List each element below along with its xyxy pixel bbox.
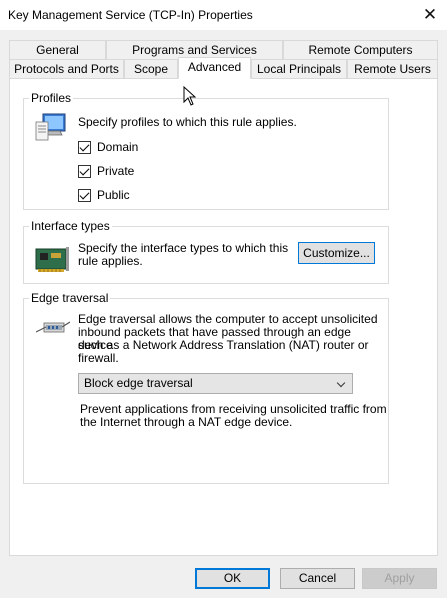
profiles-group: Profiles Specify profiles to which this … [23, 91, 389, 210]
window-title: Key Management Service (TCP-In) Properti… [8, 8, 253, 22]
mouse-cursor-icon [183, 86, 197, 106]
tab-protocols-and-ports[interactable]: Protocols and Ports [9, 59, 124, 79]
customize-button[interactable]: Customize... [298, 242, 375, 264]
apply-button[interactable]: Apply [362, 568, 437, 589]
domain-checkbox-box [78, 140, 91, 154]
profiles-description: Specify profiles to which this rule appl… [78, 115, 297, 129]
tab-general[interactable]: General [9, 40, 106, 60]
edge-traversal-description-line3: such as a Network Address Translation (N… [78, 338, 369, 352]
public-checkbox-box [78, 188, 91, 202]
edge-traversal-group-label: Edge traversal [29, 291, 111, 305]
tab-advanced[interactable]: Advanced [178, 57, 251, 79]
profiles-group-label: Profiles [29, 91, 74, 105]
tab-local-principals[interactable]: Local Principals [251, 59, 347, 79]
tab-scope[interactable]: Scope [124, 59, 178, 79]
edge-traversal-icon [36, 321, 70, 333]
ok-button[interactable]: OK [195, 568, 270, 589]
close-button[interactable]: ✕ [413, 0, 447, 30]
interface-types-group-label: Interface types [29, 219, 112, 233]
edge-traversal-group: Edge traversal Edge traversal allows the… [23, 291, 389, 484]
network-card-icon [35, 247, 69, 272]
close-icon: ✕ [422, 5, 438, 24]
domain-checkbox[interactable]: Domain [78, 140, 138, 154]
computer-icon [35, 113, 66, 141]
chevron-down-icon [336, 378, 346, 388]
cancel-button[interactable]: Cancel [280, 568, 355, 589]
edge-traversal-select[interactable]: Block edge traversal [78, 373, 353, 394]
tab-remote-users[interactable]: Remote Users [347, 59, 438, 79]
private-checkbox[interactable]: Private [78, 164, 134, 178]
interface-types-description-line2: rule applies. [78, 254, 143, 268]
title-bar: Key Management Service (TCP-In) Properti… [0, 0, 447, 30]
private-checkbox-box [78, 164, 91, 178]
edge-traversal-description-line4: firewall. [78, 351, 119, 365]
interface-types-group: Interface types Specify the interface ty… [23, 219, 389, 284]
public-checkbox[interactable]: Public [78, 188, 130, 202]
edge-traversal-help-line2: the Internet through a NAT edge device. [80, 415, 293, 429]
tab-remote-computers[interactable]: Remote Computers [283, 40, 438, 60]
advanced-tab-panel: Profiles Specify profiles to which this … [9, 78, 438, 556]
